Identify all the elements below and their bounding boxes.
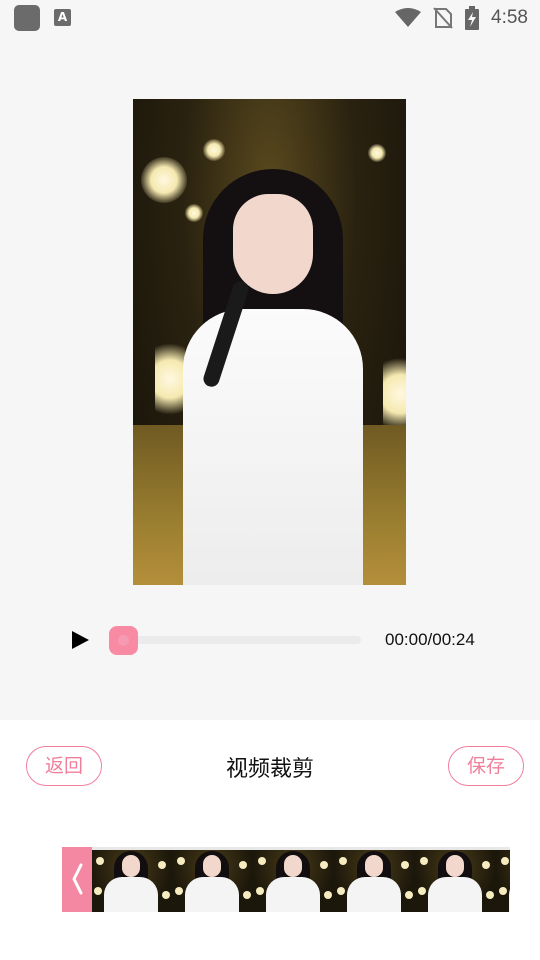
wifi-icon (395, 8, 422, 27)
time-display: 00:00/00:24 (385, 630, 475, 649)
status-icons: 4:58 (395, 0, 528, 36)
trim-start-handle[interactable] (62, 847, 92, 912)
trim-timeline-edge (90, 847, 510, 850)
clock: 4:58 (491, 7, 528, 28)
app-square-icon (14, 5, 40, 31)
play-icon (72, 631, 89, 649)
seek-bar[interactable] (110, 636, 361, 644)
status-bar: A 4:58 (0, 0, 540, 36)
left-bracket-icon (72, 863, 83, 895)
stage-light (185, 204, 203, 222)
stage-light (368, 144, 386, 162)
timeline-frame (90, 847, 172, 912)
battery-charging-icon (465, 6, 480, 30)
timeline-frame (333, 847, 415, 912)
singer-outfit (183, 309, 363, 585)
stage-light (141, 157, 187, 203)
no-sim-icon (433, 7, 453, 29)
trim-timeline[interactable] (62, 847, 510, 912)
seek-handle[interactable] (109, 626, 138, 655)
video-preview[interactable] (133, 99, 406, 585)
timeline-frame (171, 847, 253, 912)
save-button[interactable]: 保存 (448, 746, 524, 786)
timeline-frame (414, 847, 496, 912)
singer-face (233, 194, 313, 294)
timeline-frame (252, 847, 334, 912)
stage-light (203, 139, 225, 161)
stage-light (155, 334, 185, 424)
a-keyboard-icon: A (54, 9, 71, 26)
timeline-frame (495, 847, 510, 912)
play-button[interactable] (68, 627, 92, 653)
